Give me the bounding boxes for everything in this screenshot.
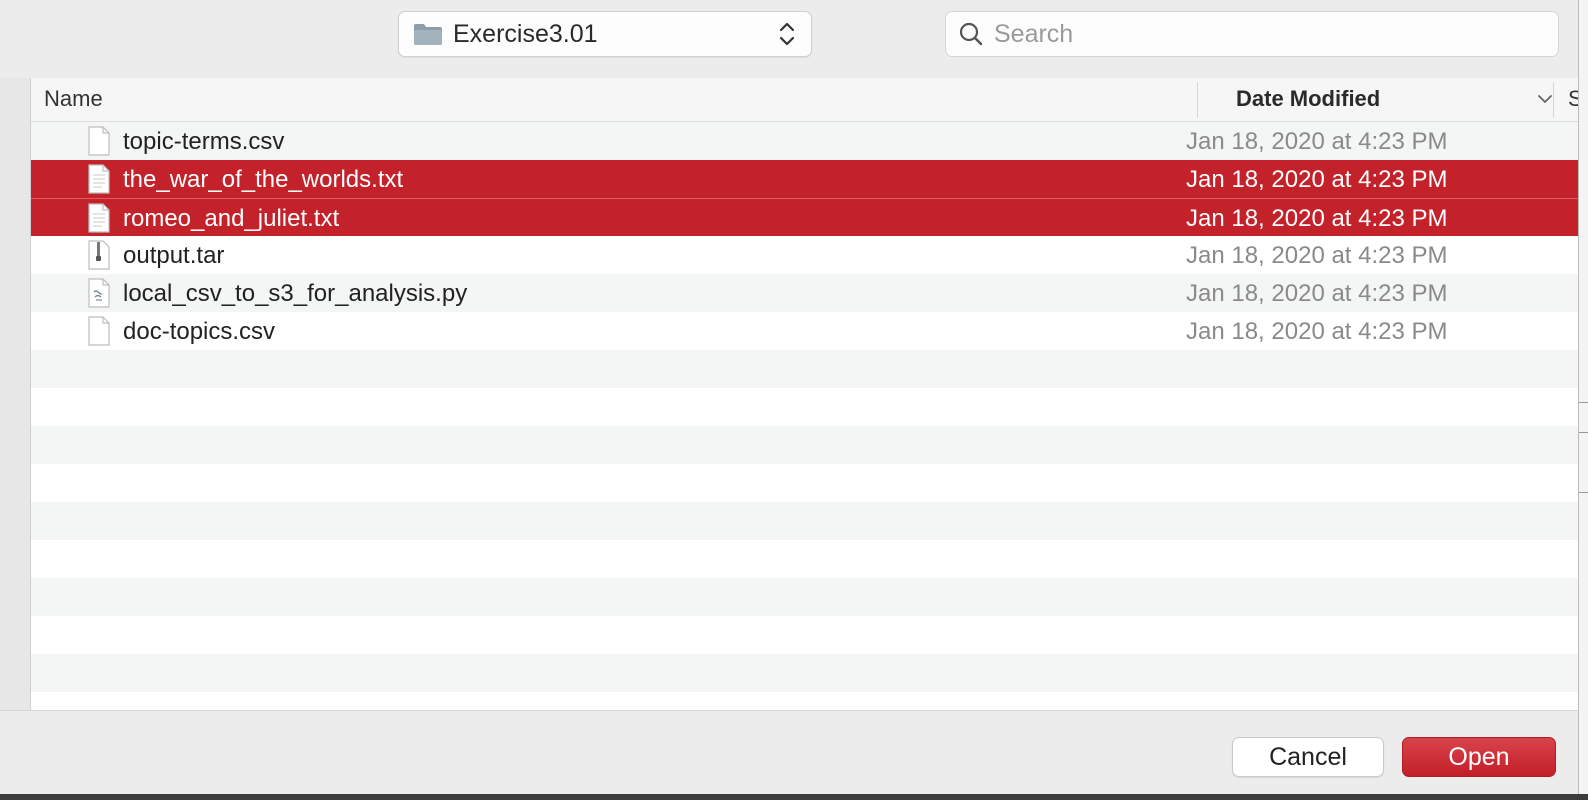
empty-row [31,578,1578,616]
chevron-down-icon[interactable] [1536,92,1554,106]
folder-icon [414,24,442,45]
empty-row [31,616,1578,654]
empty-row [31,350,1578,388]
empty-row [31,464,1578,502]
file-row[interactable]: romeo_and_juliet.txt Jan 18, 2020 at 4:23… [31,198,1578,236]
script-document-icon [88,278,110,308]
text-document-icon [88,164,110,194]
text-document-icon [88,203,110,233]
file-row[interactable]: output.tar Jan 18, 2020 at 4:23 PM [31,236,1578,274]
file-date-modified: Jan 18, 2020 at 4:23 PM [1186,242,1448,269]
column-divider[interactable] [1197,82,1198,118]
open-button[interactable]: Open [1402,737,1556,777]
empty-row [31,426,1578,464]
file-date-modified: Jan 18, 2020 at 4:23 PM [1186,205,1448,232]
column-divider[interactable] [1553,82,1554,118]
file-row[interactable]: topic-terms.csv Jan 18, 2020 at 4:23 PM [31,122,1578,160]
file-name: the_war_of_the_worlds.txt [123,166,404,193]
list-header: Name Date Modified S [31,78,1578,122]
cancel-button[interactable]: Cancel [1232,737,1384,777]
column-header-size[interactable]: S [1568,86,1578,112]
search-field[interactable] [945,11,1559,57]
empty-row [31,654,1578,692]
empty-row [31,502,1578,540]
file-row[interactable]: the_war_of_the_worlds.txt Jan 18, 2020 at… [31,160,1578,198]
file-row[interactable]: local_csv_to_s3_for_analysis.py Jan 18, 2… [31,274,1578,312]
chevron-updown-icon [779,22,795,46]
bottom-bar: Cancel Open [0,710,1578,800]
edge-mark [1579,492,1588,493]
file-row[interactable]: doc-topics.csv Jan 18, 2020 at 4:23 PM [31,312,1578,350]
file-rows: topic-terms.csv Jan 18, 2020 at 4:23 PM th… [31,122,1578,710]
file-date-modified: Jan 18, 2020 at 4:23 PM [1186,128,1448,155]
empty-row [31,540,1578,578]
file-name: doc-topics.csv [123,318,276,345]
sidebar-strip [0,78,31,710]
edge-mark [1579,402,1588,403]
file-list[interactable]: Name Date Modified S topic-terms.csv Jan … [31,78,1578,710]
search-input[interactable] [994,19,1514,49]
file-date-modified: Jan 18, 2020 at 4:23 PM [1186,318,1448,345]
location-popup[interactable]: Exercise3.01 [398,11,812,57]
file-name: topic-terms.csv [123,128,285,155]
archive-icon [88,240,110,270]
location-label: Exercise3.01 [453,19,598,48]
empty-row [31,692,1578,710]
window-edge [1578,0,1588,800]
file-name: output.tar [123,242,225,269]
edge-mark [1579,432,1588,433]
blank-document-icon [88,316,110,346]
window-bottom-edge [0,794,1588,800]
file-name: local_csv_to_s3_for_analysis.py [123,280,468,307]
empty-row [31,388,1578,426]
blank-document-icon [88,126,110,156]
file-name: romeo_and_juliet.txt [123,205,340,232]
file-date-modified: Jan 18, 2020 at 4:23 PM [1186,166,1448,193]
column-header-date-modified[interactable]: Date Modified [1236,86,1380,112]
search-icon [959,22,983,46]
column-header-name[interactable]: Name [44,86,103,112]
file-date-modified: Jan 18, 2020 at 4:23 PM [1186,280,1448,307]
toolbar: Exercise3.01 [0,0,1588,78]
